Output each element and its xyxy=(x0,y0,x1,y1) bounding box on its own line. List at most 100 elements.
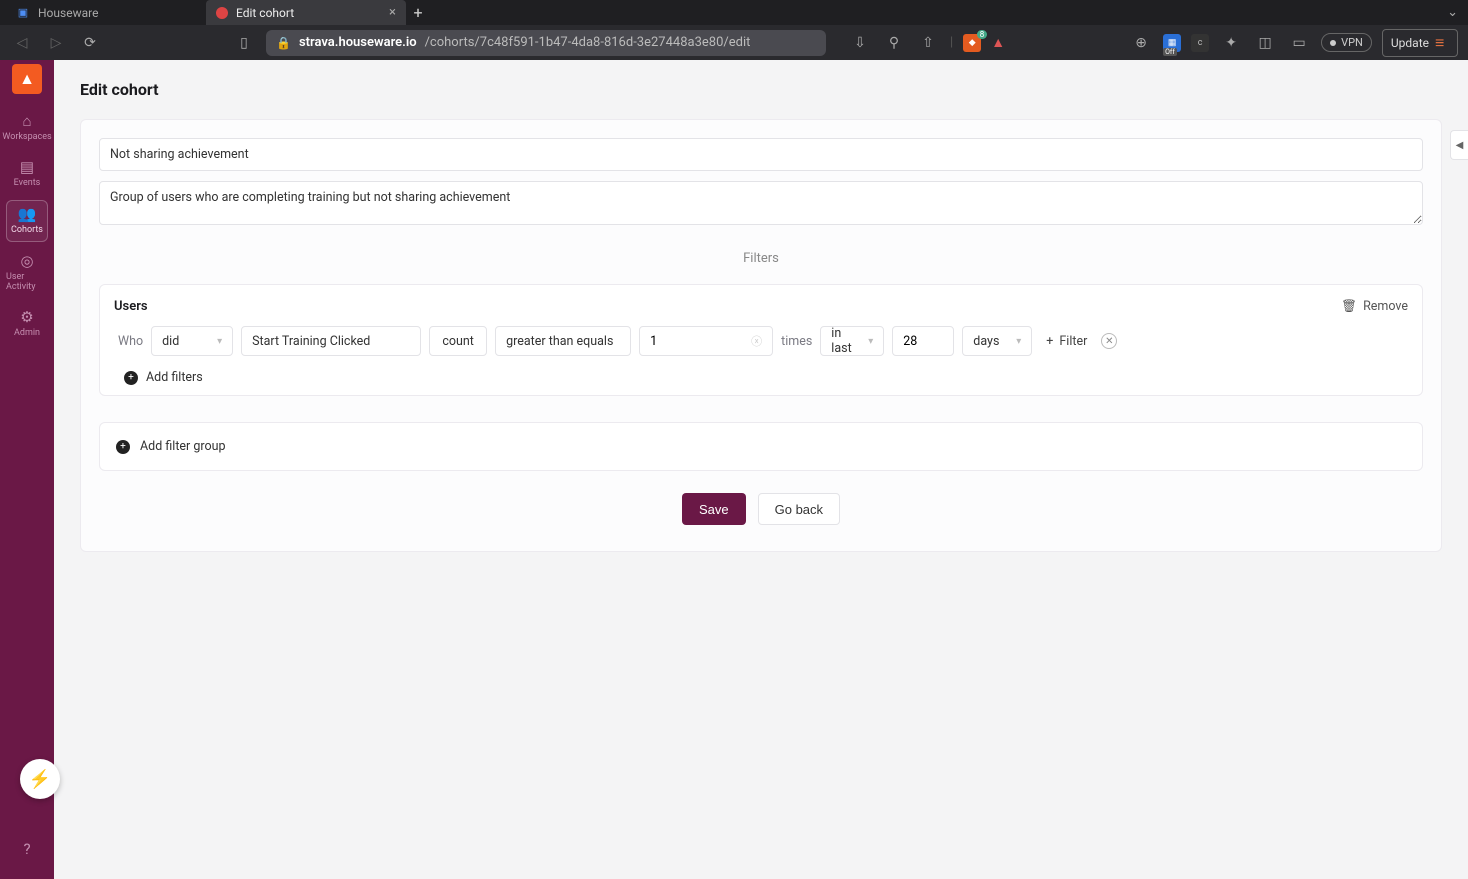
who-label: Who xyxy=(118,334,143,349)
tab-strip: ▣ Houseware Edit cohort × + ⌄ xyxy=(0,0,1468,25)
extension-icon[interactable]: c xyxy=(1191,34,1209,52)
url-path: /cohorts/7c48f591-1b47-4da8-816d-3e27448… xyxy=(425,35,751,50)
count-label-box: count xyxy=(429,326,487,356)
app-logo[interactable]: ▲ xyxy=(12,64,42,94)
vpn-label: VPN xyxy=(1341,36,1363,49)
url-bar[interactable]: 🔒 strava.houseware.io/cohorts/7c48f591-1… xyxy=(266,30,826,56)
update-button[interactable]: Update xyxy=(1382,29,1458,57)
plus-circle-icon: + xyxy=(116,440,130,454)
chevron-down-icon: ▾ xyxy=(1016,336,1021,347)
tab-favicon-icon: ▣ xyxy=(16,6,30,20)
sidebar-item-events[interactable]: ▤ Events xyxy=(6,154,48,194)
count-label: count xyxy=(442,334,474,349)
period-value-input[interactable] xyxy=(892,326,954,356)
nav-back-icon[interactable]: ◁ xyxy=(10,31,34,55)
update-label: Update xyxy=(1391,36,1429,50)
sidebar-item-cohorts[interactable]: 👥 Cohorts xyxy=(6,200,48,242)
timeframe-select[interactable]: in last ▾ xyxy=(820,326,884,356)
extension-wikipedia-icon[interactable]: ⊕ xyxy=(1129,31,1153,55)
browser-tab-houseware[interactable]: ▣ Houseware xyxy=(6,0,206,25)
cohort-form-card: Filters Users 🗑 Remove Who did ▾ xyxy=(80,119,1442,552)
filter-group-title: Users xyxy=(114,299,148,314)
lightning-fab-button[interactable]: ⚡ xyxy=(20,759,60,799)
sidebar-item-help[interactable]: ? xyxy=(6,836,48,863)
remove-filter-icon[interactable]: ✕ xyxy=(1101,333,1117,349)
remove-label: Remove xyxy=(1363,299,1408,314)
extensions-puzzle-icon[interactable]: ✦ xyxy=(1219,31,1243,55)
new-tab-button[interactable]: + xyxy=(406,3,430,22)
count-value-field[interactable] xyxy=(650,334,741,349)
browser-chrome: ▣ Houseware Edit cohort × + ⌄ ◁ ▷ ⟳ ▯ 🔒 … xyxy=(0,0,1468,60)
plus-icon: + xyxy=(1046,334,1053,349)
add-filter-label: Filter xyxy=(1059,334,1087,349)
add-filter-group-button[interactable]: + Add filter group xyxy=(99,422,1423,471)
share-icon[interactable]: ⇧ xyxy=(916,31,940,55)
did-select[interactable]: did ▾ xyxy=(151,326,233,356)
add-filter-button[interactable]: + Filter xyxy=(1040,334,1093,349)
event-value: Start Training Clicked xyxy=(252,334,370,349)
tab-title: Edit cohort xyxy=(236,6,294,20)
help-icon: ? xyxy=(23,842,30,857)
browser-toolbar: ◁ ▷ ⟳ ▯ 🔒 strava.houseware.io/cohorts/7c… xyxy=(0,25,1468,60)
close-tab-icon[interactable]: × xyxy=(389,5,396,20)
add-filter-group-label: Add filter group xyxy=(140,439,226,454)
cohorts-icon: 👥 xyxy=(18,207,37,222)
sidebar-item-label: Admin xyxy=(14,328,40,338)
hamburger-icon xyxy=(1435,33,1449,53)
page-title: Edit cohort xyxy=(80,80,1442,99)
wallet-icon[interactable]: ▭ xyxy=(1287,31,1311,55)
cohort-name-input[interactable] xyxy=(99,138,1423,171)
add-filters-label: Add filters xyxy=(146,370,203,385)
nav-forward-icon[interactable]: ▷ xyxy=(44,31,68,55)
collapse-right-panel-icon[interactable]: ◀ xyxy=(1450,130,1468,160)
chevron-down-icon: ▾ xyxy=(868,336,873,347)
operator-select[interactable]: greater than equals xyxy=(495,326,631,356)
add-filters-button[interactable]: + Add filters xyxy=(114,370,1408,385)
zoom-icon[interactable]: ⚲ xyxy=(882,31,906,55)
lock-icon: 🔒 xyxy=(276,36,291,50)
filter-group: Users 🗑 Remove Who did ▾ Start Training … xyxy=(99,284,1423,396)
sidebar-item-label: User Activity xyxy=(6,272,48,292)
download-icon[interactable]: ⇩ xyxy=(848,31,872,55)
clear-icon[interactable]: ⓧ xyxy=(751,333,762,349)
vpn-button[interactable]: VPN xyxy=(1321,33,1372,52)
chevron-down-icon: ▾ xyxy=(217,336,222,347)
lightning-icon: ⚡ xyxy=(29,769,51,790)
brave-rewards-icon[interactable]: ▲ xyxy=(991,34,1005,51)
bookmark-icon[interactable]: ▯ xyxy=(232,31,256,55)
cohort-description-input[interactable] xyxy=(99,181,1423,225)
sidebar-item-workspaces[interactable]: ⌂ Workspaces xyxy=(6,108,48,148)
timeframe-value: in last xyxy=(831,326,858,356)
sidebar-item-admin[interactable]: ⚙ Admin xyxy=(6,304,48,344)
go-back-button[interactable]: Go back xyxy=(758,493,840,525)
url-host: strava.houseware.io xyxy=(299,35,417,50)
events-icon: ▤ xyxy=(20,160,34,175)
extension-icon[interactable]: ▦Off xyxy=(1163,34,1181,52)
browser-tab-edit-cohort[interactable]: Edit cohort × xyxy=(206,0,406,25)
remove-group-button[interactable]: 🗑 Remove xyxy=(1341,299,1408,314)
count-value-input[interactable]: ⓧ xyxy=(639,326,773,356)
home-icon: ⌂ xyxy=(22,114,31,129)
save-button[interactable]: Save xyxy=(682,493,746,525)
user-activity-icon: ◎ xyxy=(20,254,33,269)
trash-icon: 🗑 xyxy=(1341,299,1357,314)
gear-icon: ⚙ xyxy=(20,310,33,325)
tab-favicon-icon xyxy=(216,7,228,19)
sidepanel-icon[interactable]: ◫ xyxy=(1253,31,1277,55)
period-unit-select[interactable]: days ▾ xyxy=(962,326,1032,356)
tabs-dropdown-icon[interactable]: ⌄ xyxy=(1447,5,1468,20)
times-label: times xyxy=(781,334,812,349)
plus-circle-icon: + xyxy=(124,371,138,385)
reload-icon[interactable]: ⟳ xyxy=(78,31,102,55)
main-content: ◀ Edit cohort Filters Users 🗑 Remove Who xyxy=(54,60,1468,879)
period-value-field[interactable] xyxy=(903,334,943,349)
filter-row: Who did ▾ Start Training Clicked count g… xyxy=(114,326,1408,356)
brave-shield-icon[interactable]: ◆ xyxy=(963,34,981,52)
sidebar-item-user-activity[interactable]: ◎ User Activity xyxy=(6,248,48,298)
operator-value: greater than equals xyxy=(506,334,613,349)
tab-title: Houseware xyxy=(38,6,98,20)
filters-section-label: Filters xyxy=(81,251,1441,266)
period-unit-value: days xyxy=(973,334,999,349)
sidebar-item-label: Cohorts xyxy=(11,225,43,235)
event-select[interactable]: Start Training Clicked xyxy=(241,326,421,356)
